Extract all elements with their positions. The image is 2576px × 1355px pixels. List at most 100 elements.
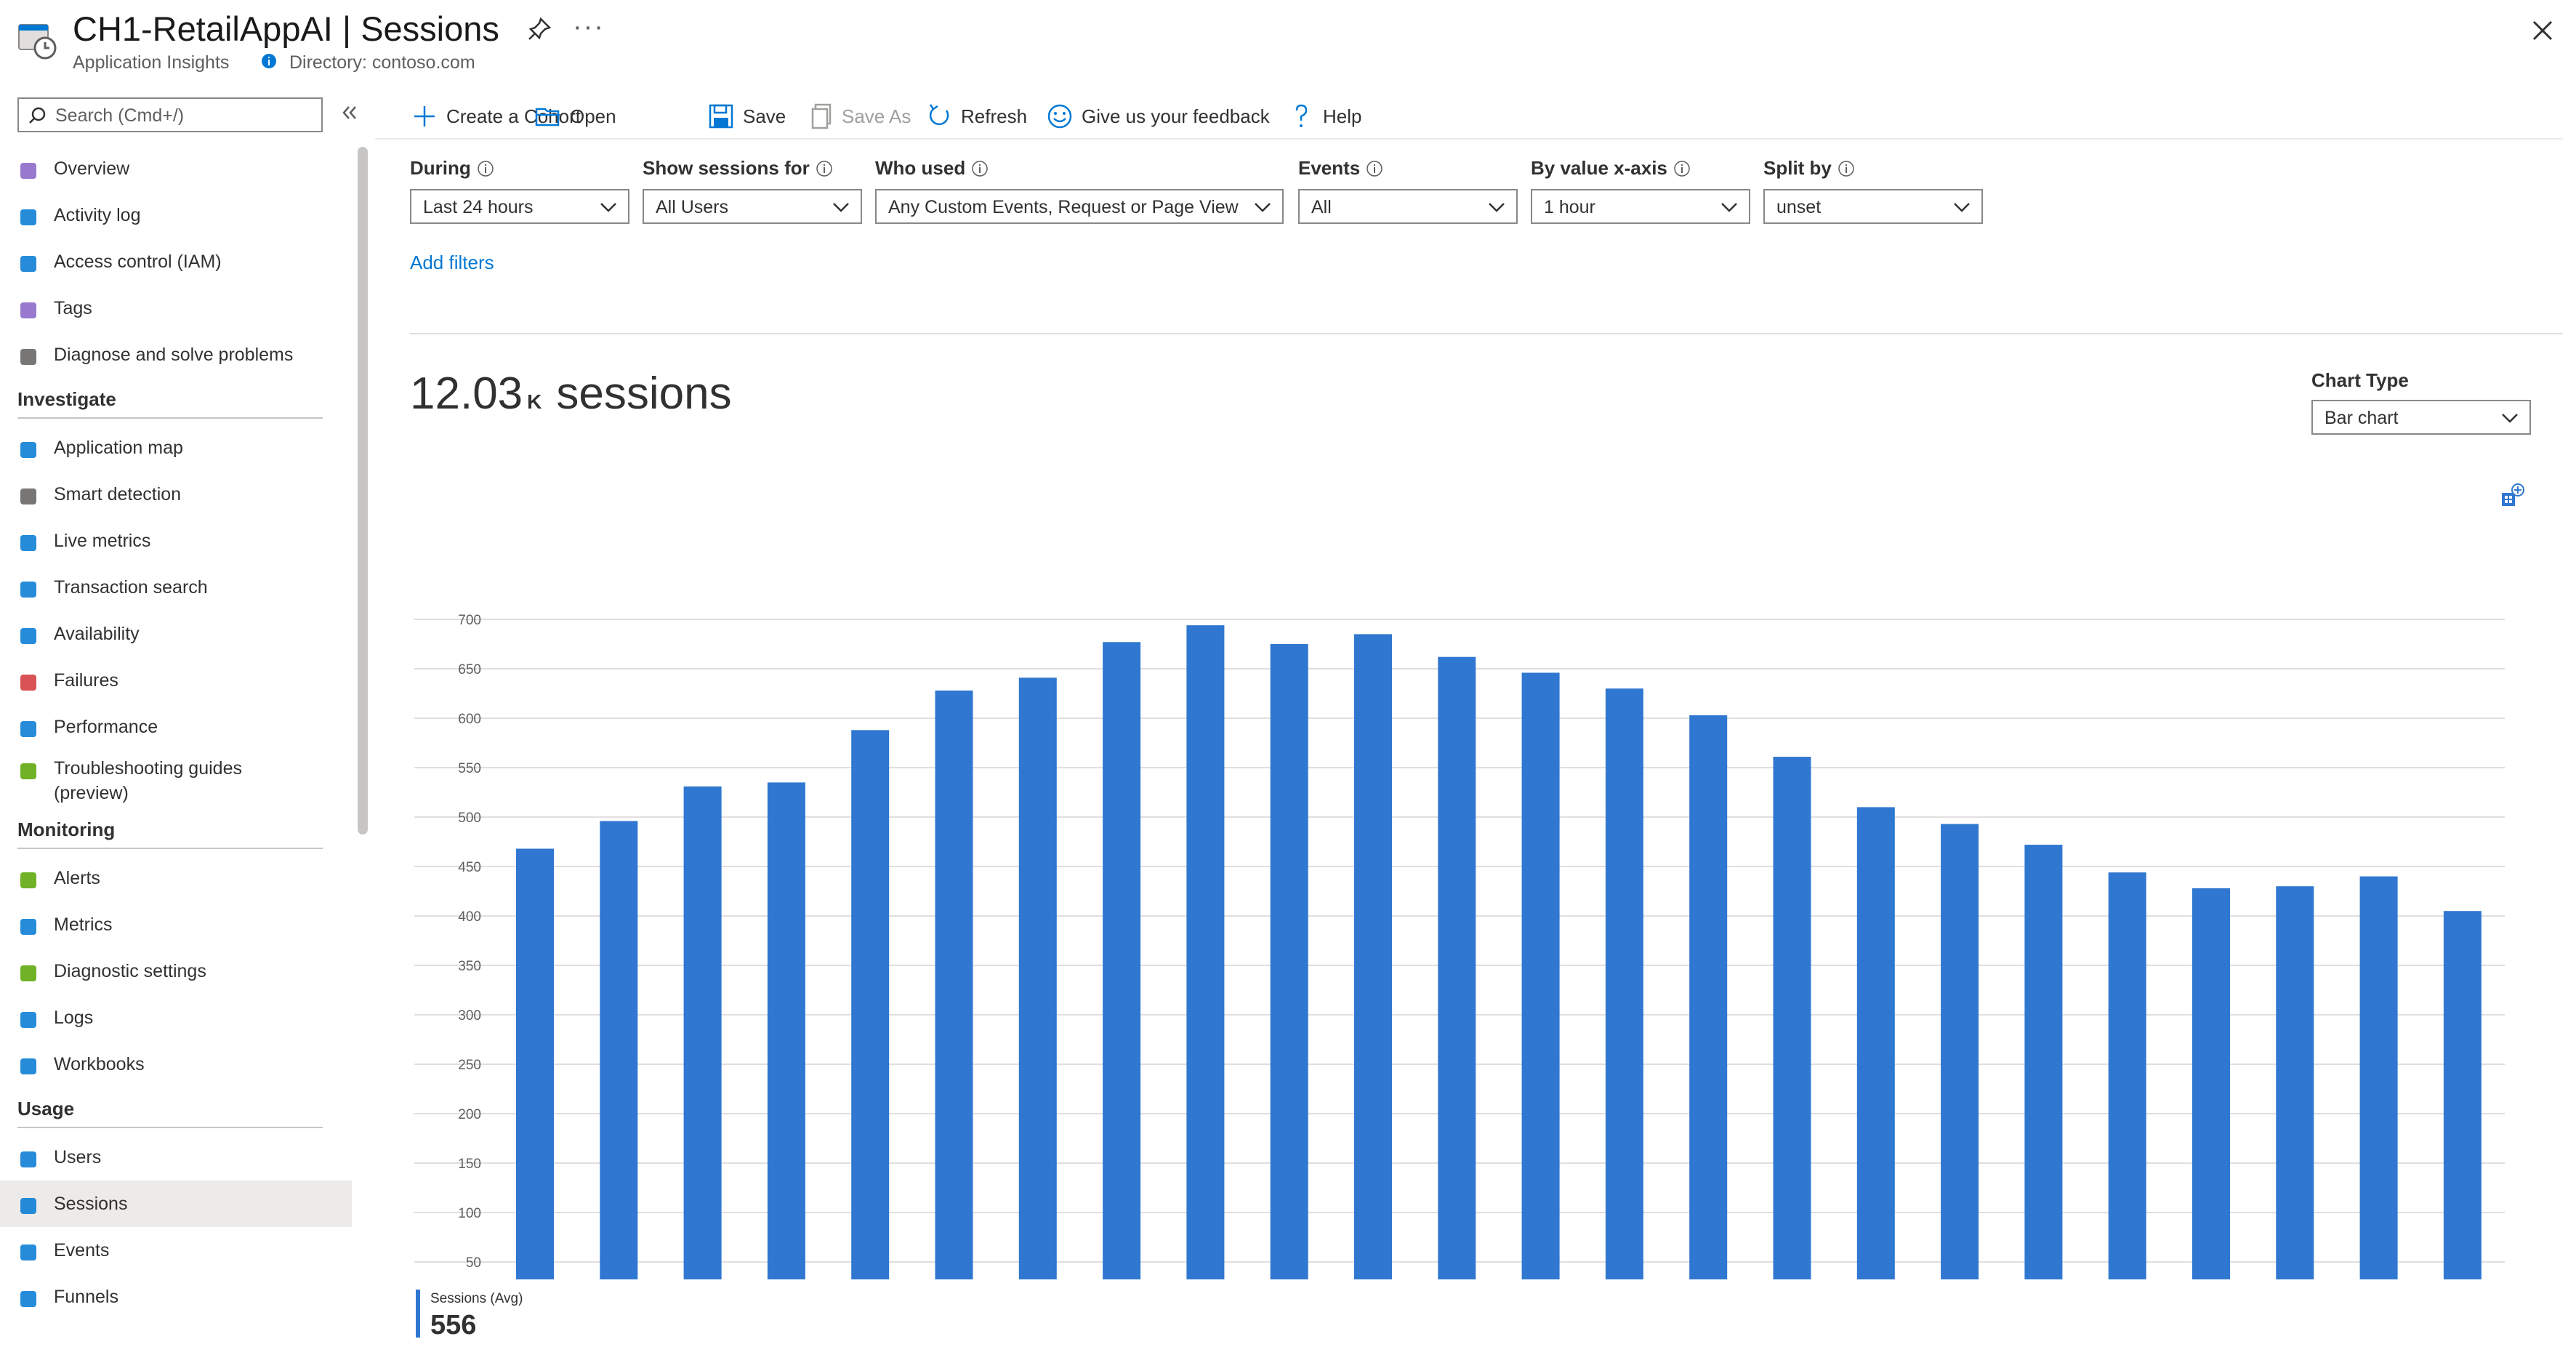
- sidebar-item-overview[interactable]: Overview: [0, 145, 352, 192]
- info-icon[interactable]: [1366, 160, 1383, 177]
- chart-type-dropdown[interactable]: Bar chart: [2311, 400, 2531, 435]
- bar[interactable]: [1941, 824, 1979, 1279]
- sidebar-item-performance[interactable]: Performance: [0, 704, 352, 750]
- sidebar-item-label: Diagnose and solve problems: [54, 345, 294, 365]
- show-sessions-for-dropdown[interactable]: All Users: [643, 189, 862, 224]
- pin-icon[interactable]: [525, 15, 554, 44]
- bar[interactable]: [1773, 757, 1811, 1279]
- session-count: 12.03 Ksessions: [410, 368, 732, 419]
- show-sessions-for-label: Show sessions for: [643, 157, 810, 179]
- during-dropdown[interactable]: Last 24 hours: [410, 189, 629, 224]
- bar[interactable]: [1103, 642, 1141, 1279]
- sidebar-item-workbooks[interactable]: Workbooks: [0, 1041, 352, 1087]
- sidebar-item-users[interactable]: Users: [0, 1134, 352, 1181]
- bar[interactable]: [1856, 807, 1895, 1279]
- sidebar-item-troubleshooting-guides[interactable]: Troubleshooting guides (preview): [0, 750, 352, 808]
- bar[interactable]: [1438, 656, 1476, 1279]
- user-icon: [17, 1149, 39, 1170]
- sidebar-item-diagnostic-settings[interactable]: Diagnostic settings: [0, 948, 352, 994]
- bar[interactable]: [2276, 886, 2314, 1279]
- bar[interactable]: [935, 690, 973, 1279]
- bar[interactable]: [600, 821, 638, 1279]
- sidebar-item-sessions[interactable]: Sessions: [0, 1181, 352, 1227]
- bar[interactable]: [2108, 872, 2146, 1279]
- by-value-x-axis-value: 1 hour: [1544, 197, 1595, 217]
- split-by-dropdown[interactable]: unset: [1763, 189, 1983, 224]
- sidebar-item-application-map[interactable]: Application map: [0, 425, 352, 471]
- refresh-button[interactable]: Refresh: [925, 93, 1027, 140]
- bar[interactable]: [2192, 888, 2230, 1279]
- bar[interactable]: [2359, 876, 2398, 1279]
- bar[interactable]: [851, 730, 890, 1279]
- refresh-icon: [929, 104, 949, 126]
- workbook-icon: [17, 1056, 39, 1077]
- smart-detection-icon: [17, 486, 39, 507]
- pin-to-dashboard-icon[interactable]: [2499, 483, 2525, 509]
- who-used-dropdown[interactable]: Any Custom Events, Request or Page View: [875, 189, 1284, 224]
- sidebar-item-label: Access control (IAM): [54, 252, 222, 272]
- sidebar-item-tags[interactable]: Tags: [0, 285, 352, 331]
- refresh-label: Refresh: [961, 105, 1028, 127]
- y-tick-label: 300: [458, 1008, 481, 1024]
- sidebar-item-availability[interactable]: Availability: [0, 611, 352, 657]
- search-icon: [17, 579, 39, 600]
- nav-section-usage: Usage: [17, 1098, 75, 1119]
- save-as-button[interactable]: Save As: [805, 93, 911, 140]
- more-options-icon[interactable]: ···: [573, 12, 605, 43]
- who-used-label: Who used: [875, 157, 966, 179]
- bar[interactable]: [516, 848, 554, 1279]
- sidebar-item-label: Performance: [54, 717, 158, 737]
- add-filters-link[interactable]: Add filters: [410, 252, 494, 274]
- sidebar-item-alerts[interactable]: Alerts: [0, 855, 352, 901]
- open-button[interactable]: Open: [534, 93, 616, 140]
- info-icon[interactable]: [816, 160, 833, 177]
- bar[interactable]: [683, 786, 722, 1279]
- bar[interactable]: [1605, 688, 1643, 1279]
- sidebar-item-label: Workbooks: [54, 1054, 145, 1074]
- sidebar-item-access-control-iam[interactable]: Access control (IAM): [0, 238, 352, 285]
- bar[interactable]: [767, 782, 805, 1279]
- menu-scrollbar[interactable]: [358, 147, 368, 835]
- sidebar-item-failures[interactable]: Failures: [0, 657, 352, 704]
- sidebar-item-label: Alerts: [54, 868, 100, 888]
- info-icon[interactable]: [1838, 160, 1855, 177]
- help-button[interactable]: Help: [1287, 93, 1361, 140]
- events-dropdown[interactable]: All: [1298, 189, 1518, 224]
- bar[interactable]: [1018, 678, 1057, 1279]
- y-tick-label: 600: [458, 712, 481, 727]
- sidebar-item-events[interactable]: Events: [0, 1227, 352, 1274]
- bar[interactable]: [1270, 644, 1308, 1279]
- bar[interactable]: [1354, 634, 1392, 1279]
- y-tick-label: 50: [466, 1255, 481, 1271]
- sidebar-item-label: Troubleshooting guides (preview): [54, 758, 242, 803]
- bar[interactable]: [1689, 715, 1728, 1279]
- info-icon[interactable]: [971, 160, 989, 177]
- close-icon[interactable]: [2528, 16, 2557, 45]
- by-value-x-axis-dropdown[interactable]: 1 hour: [1531, 189, 1750, 224]
- diagnostic-icon: [17, 962, 39, 984]
- session-count-label: sessions: [556, 369, 732, 419]
- y-tick-label: 150: [458, 1157, 481, 1172]
- sidebar-item-funnels[interactable]: Funnels: [0, 1274, 352, 1320]
- menu-search-input[interactable]: Search (Cmd+/): [17, 97, 323, 132]
- sessions-icon: [17, 1195, 39, 1217]
- info-icon[interactable]: [1673, 160, 1691, 177]
- sidebar-item-activity-log[interactable]: Activity log: [0, 192, 352, 238]
- feedback-button[interactable]: Give us your feedback: [1045, 93, 1270, 140]
- sidebar-item-metrics[interactable]: Metrics: [0, 901, 352, 948]
- bar[interactable]: [2443, 911, 2482, 1279]
- sidebar-item-smart-detection[interactable]: Smart detection: [0, 471, 352, 518]
- sidebar-item-diagnose-and-solve-problems[interactable]: Diagnose and solve problems: [0, 331, 352, 378]
- help-label: Help: [1323, 105, 1362, 127]
- info-icon[interactable]: [477, 160, 494, 177]
- collapse-menu-icon[interactable]: [340, 103, 359, 122]
- bar[interactable]: [2024, 845, 2063, 1279]
- bar[interactable]: [1521, 672, 1560, 1279]
- bar[interactable]: [1186, 625, 1225, 1279]
- sidebar-item-logs[interactable]: Logs: [0, 994, 352, 1041]
- sidebar-item-transaction-search[interactable]: Transaction search: [0, 564, 352, 611]
- sidebar-item-live-metrics[interactable]: Live metrics: [0, 518, 352, 564]
- save-button[interactable]: Save: [707, 93, 786, 140]
- y-tick-label: 550: [458, 761, 481, 776]
- sidebar-item-label: Diagnostic settings: [54, 961, 206, 981]
